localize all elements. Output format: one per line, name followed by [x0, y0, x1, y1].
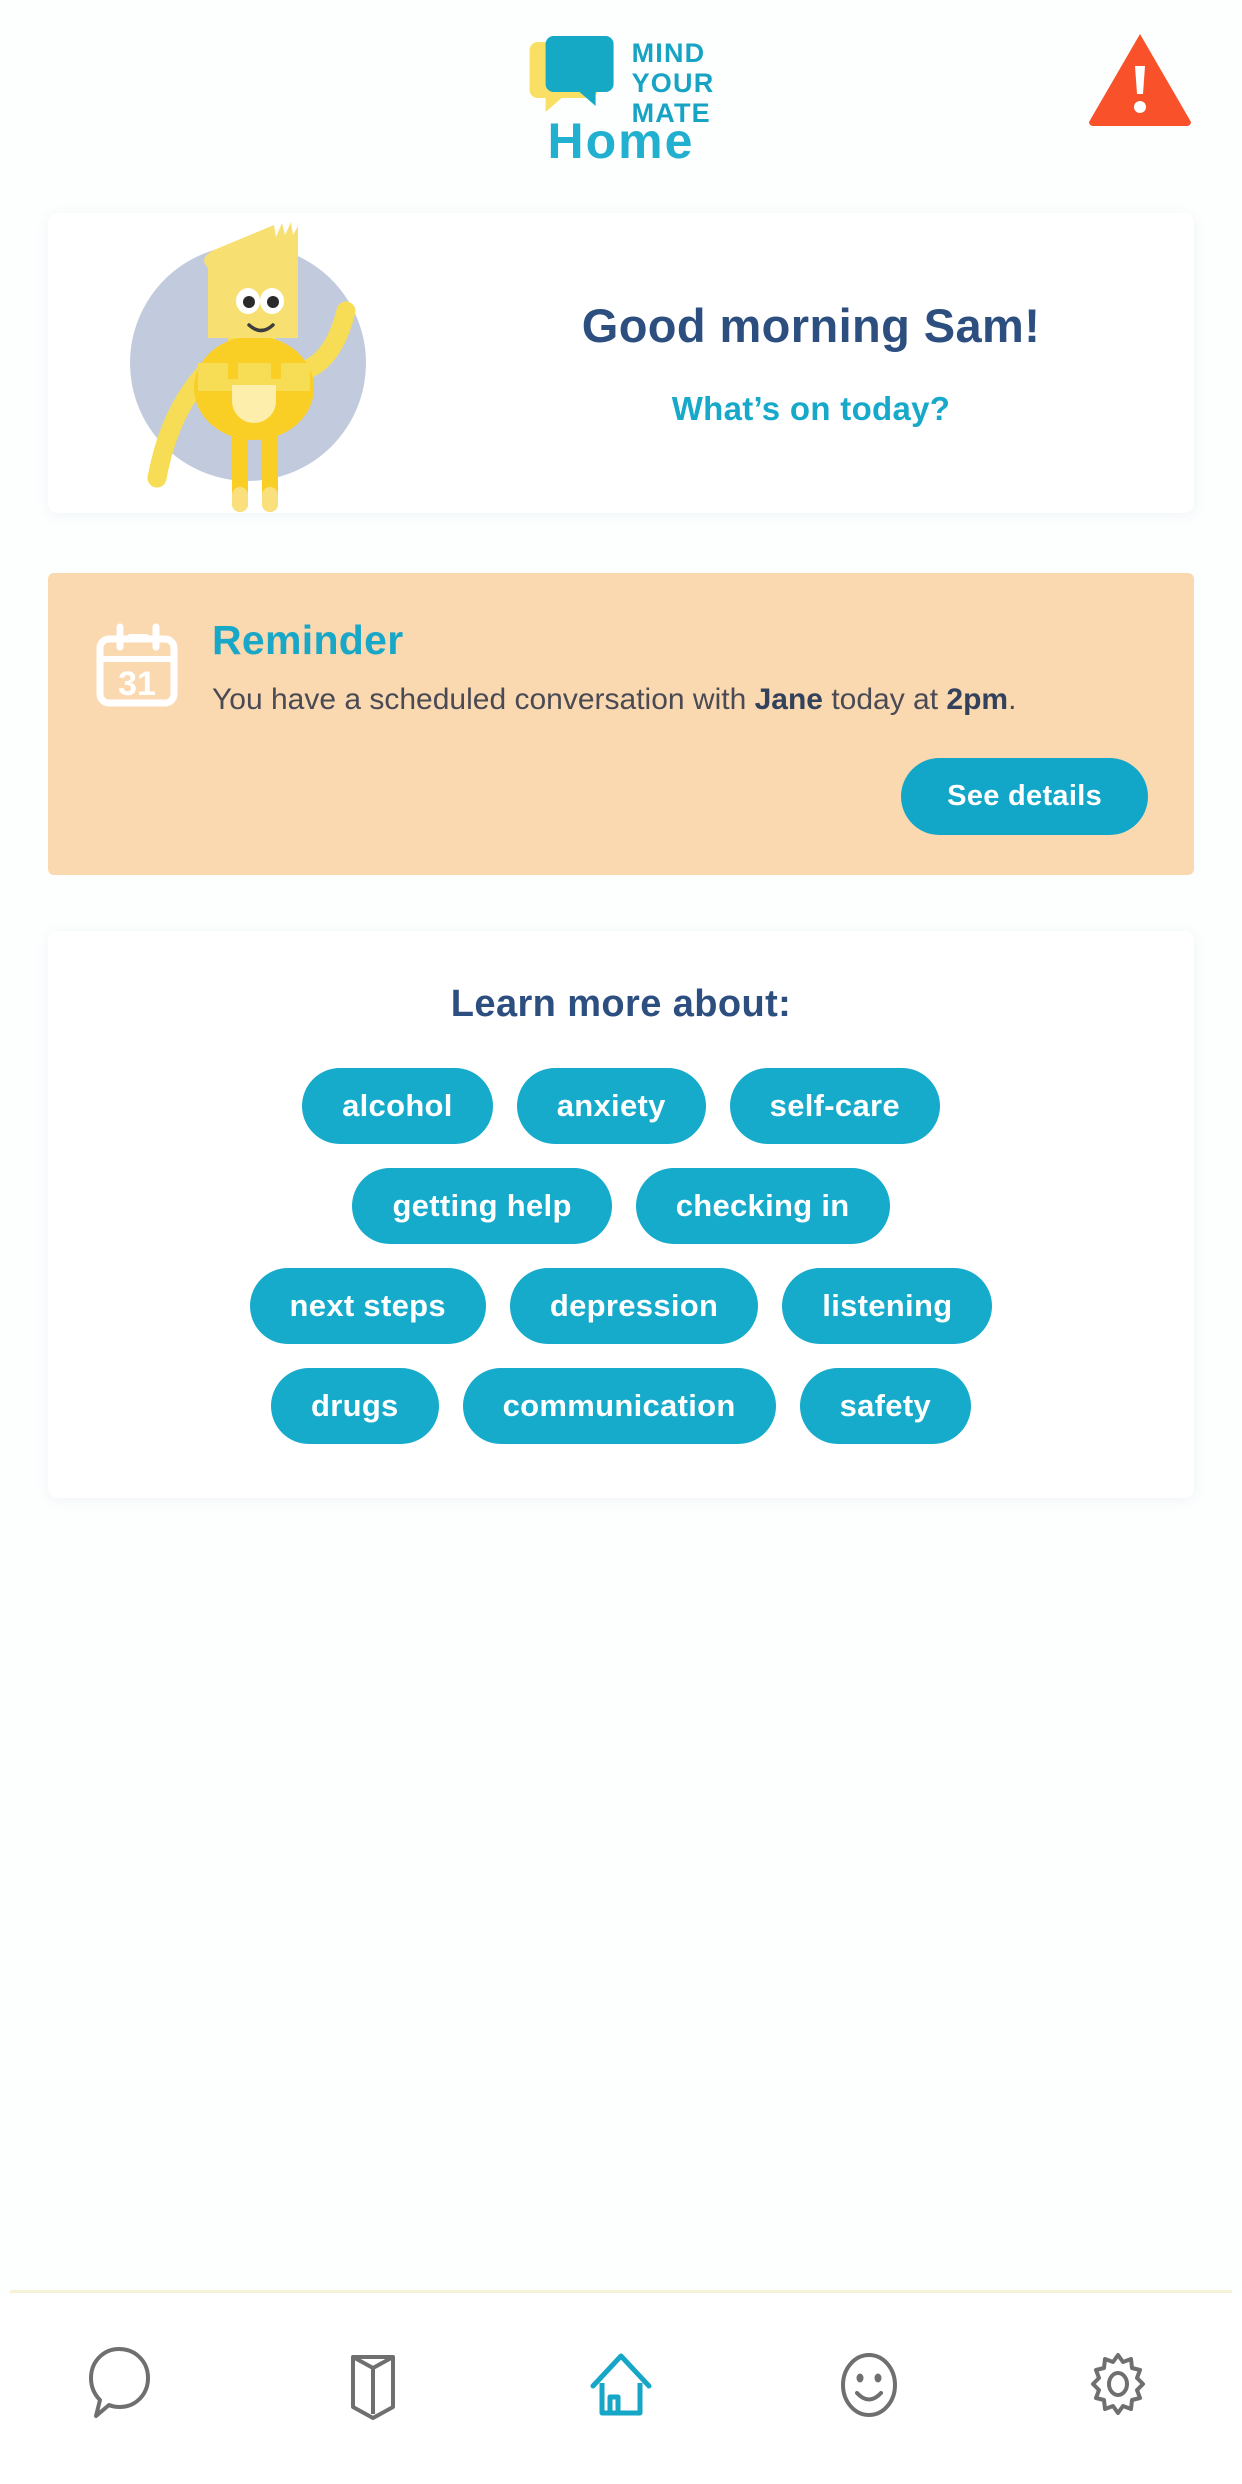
topic-tag-row: getting help checking in	[88, 1168, 1154, 1244]
bottom-navigation-bar	[0, 2296, 1242, 2484]
topic-tag-listening[interactable]: listening	[782, 1268, 993, 1344]
nav-item-resources[interactable]	[248, 2338, 496, 2435]
calendar-day-number: 31	[118, 665, 156, 703]
topic-tag-list: alcohol anxiety self-care getting help c…	[88, 1068, 1154, 1444]
reminder-text-prefix: You have a scheduled conversation with	[212, 683, 755, 716]
app-header: MIND YOUR MATE Home	[0, 0, 1242, 185]
nav-item-home[interactable]	[497, 2338, 745, 2435]
speech-bubble-logo	[528, 36, 618, 116]
reminder-heading: Reminder	[212, 617, 404, 663]
nav-item-chat[interactable]	[0, 2338, 248, 2435]
learn-more-card: Learn more about: alcohol anxiety self-c…	[48, 931, 1194, 1498]
reminder-card: 31 Reminder You have a scheduled convers…	[48, 573, 1194, 875]
yellow-mascot-waving	[58, 213, 458, 513]
reminder-message: You have a scheduled conversation with J…	[212, 676, 1148, 724]
topic-tag-safety[interactable]: safety	[799, 1368, 972, 1444]
topic-tag-next-steps[interactable]: next steps	[249, 1268, 486, 1344]
nav-item-settings[interactable]	[994, 2338, 1242, 2435]
calendar-icon: 31	[94, 623, 180, 714]
chat-bubble-icon	[78, 2338, 170, 2435]
topic-tag-self-care[interactable]: self-care	[729, 1068, 940, 1144]
topic-tag-row: next steps depression listening	[88, 1268, 1154, 1344]
greeting-heading: Good morning Sam!	[581, 299, 1041, 353]
smiley-face-icon	[823, 2338, 915, 2435]
topic-tag-anxiety[interactable]: anxiety	[516, 1068, 706, 1144]
reminder-text-suffix: .	[1008, 683, 1017, 716]
logo-line-1: MIND	[631, 38, 706, 68]
topic-tag-row: drugs communication safety	[88, 1368, 1154, 1444]
logo-line-2: YOUR	[631, 67, 715, 98]
topic-tag-communication[interactable]: communication	[462, 1368, 776, 1444]
topic-tag-alcohol[interactable]: alcohol	[302, 1068, 493, 1144]
home-icon	[575, 2338, 667, 2435]
topic-tag-row: alcohol anxiety self-care	[88, 1068, 1154, 1144]
page-title: Home	[547, 113, 695, 169]
gear-icon	[1072, 2338, 1164, 2435]
see-details-button[interactable]: See details	[901, 758, 1148, 835]
topic-tag-checking-in[interactable]: checking in	[635, 1168, 890, 1244]
open-book-icon	[327, 2338, 419, 2435]
reminder-text-middle: today at	[822, 683, 947, 716]
nav-item-mood[interactable]	[745, 2338, 993, 2435]
nav-divider	[10, 2290, 1232, 2293]
greeting-card: Good morning Sam! What’s on today?	[48, 213, 1194, 513]
reminder-person: Jane	[754, 683, 823, 716]
reminder-time: 2pm	[946, 683, 1009, 716]
greeting-text-block: Good morning Sam! What’s on today?	[458, 298, 1184, 427]
topic-tag-drugs[interactable]: drugs	[270, 1368, 439, 1444]
topic-tag-depression[interactable]: depression	[509, 1268, 759, 1344]
learn-more-title: Learn more about:	[450, 983, 792, 1025]
topic-tag-getting-help[interactable]: getting help	[352, 1168, 612, 1244]
greeting-prompt[interactable]: What’s on today?	[458, 390, 1164, 428]
